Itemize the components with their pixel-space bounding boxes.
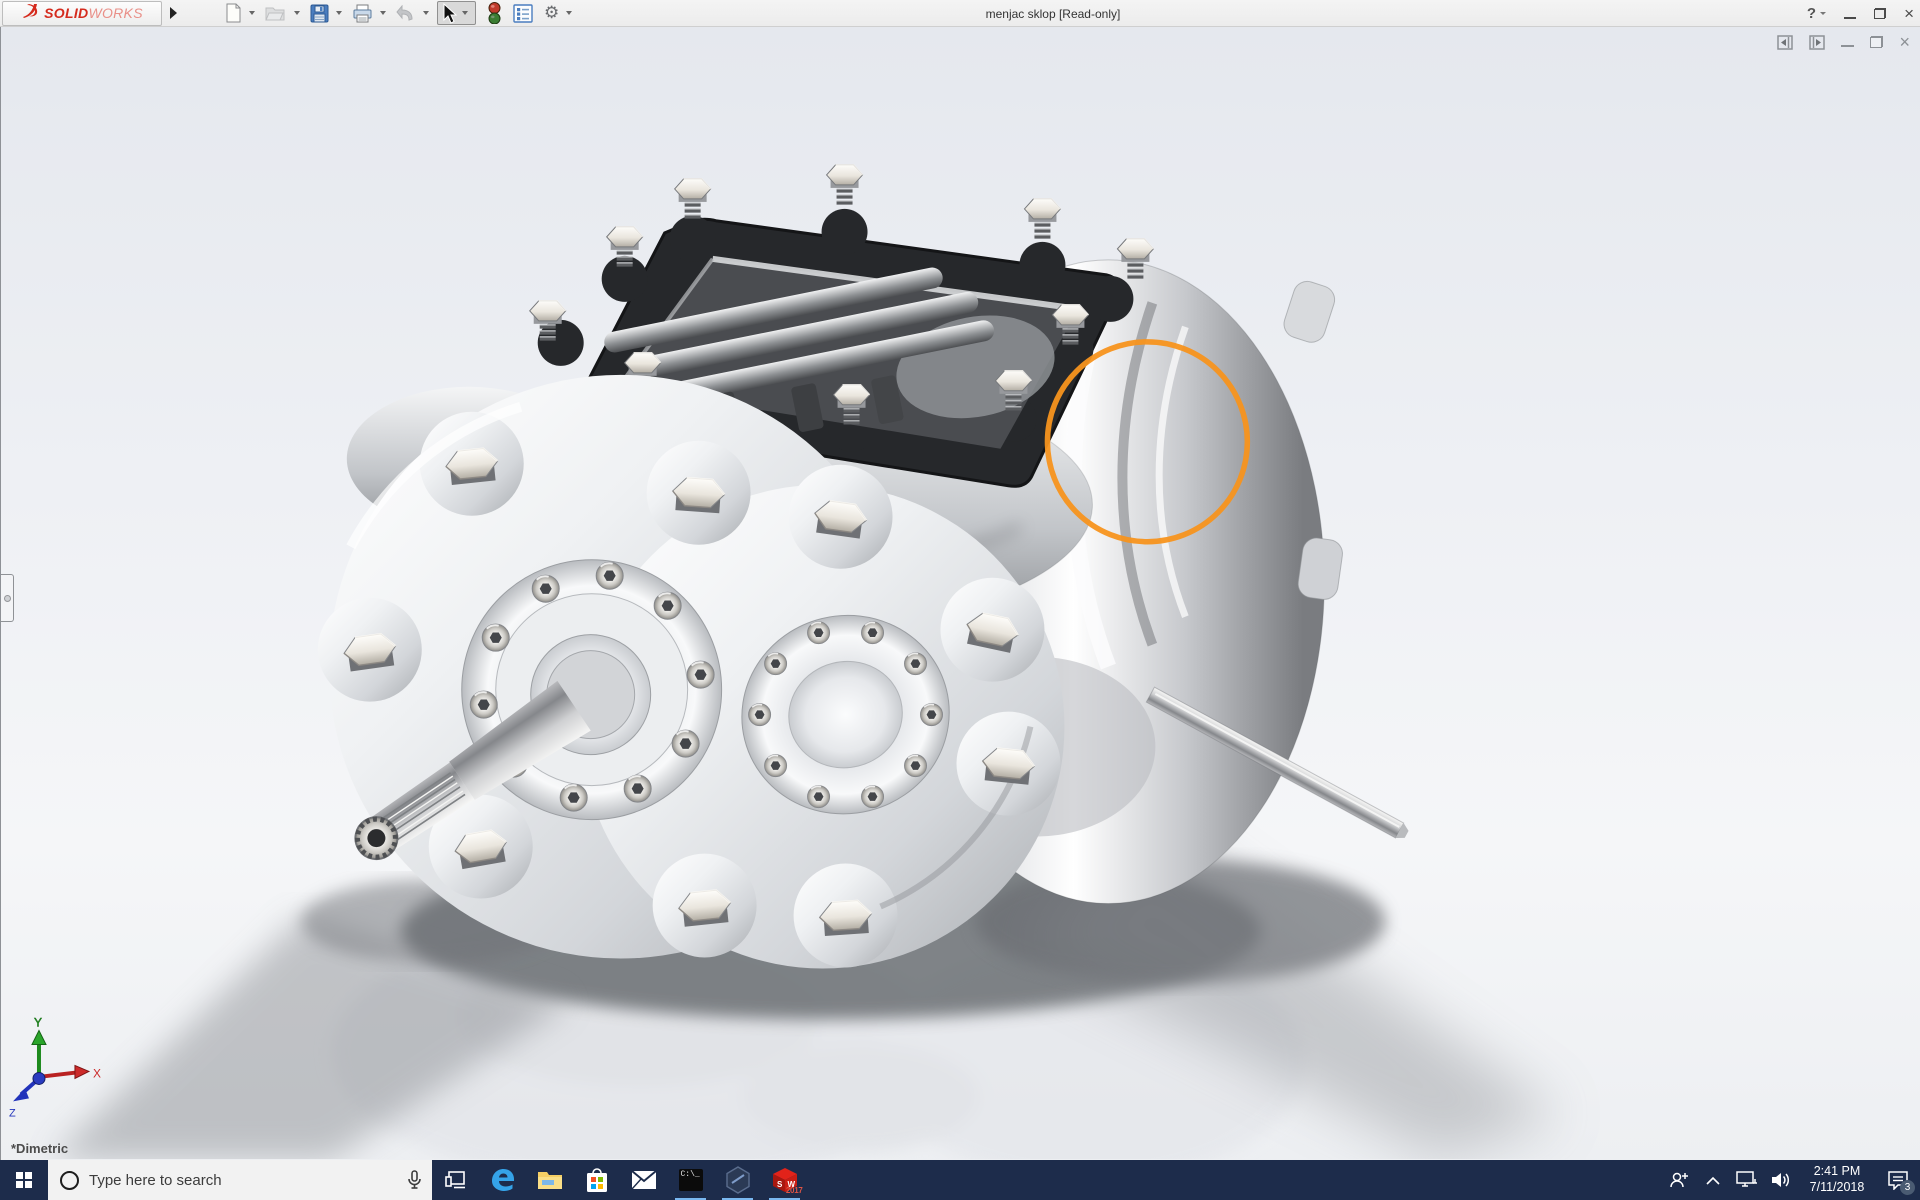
svg-text:Y: Y xyxy=(34,1015,42,1029)
graphics-viewport[interactable]: × xyxy=(0,27,1920,1160)
store-icon xyxy=(585,1167,609,1193)
hidden-icons-button[interactable] xyxy=(1696,1160,1730,1200)
restore-button[interactable] xyxy=(1874,8,1886,19)
start-button[interactable] xyxy=(0,1160,48,1200)
document-window-controls: × xyxy=(1777,33,1910,51)
people-button[interactable] xyxy=(1662,1160,1696,1200)
open-button[interactable] xyxy=(263,1,289,25)
edge-button[interactable] xyxy=(479,1160,526,1200)
file-explorer-button[interactable] xyxy=(526,1160,573,1200)
solidworks-2017-button[interactable]: S W 2017 xyxy=(761,1160,808,1200)
search-input[interactable] xyxy=(89,1172,397,1189)
doc-restore-button[interactable] xyxy=(1870,36,1883,48)
pane-tab-dot-icon xyxy=(4,595,11,602)
rebuild-stoplight-button[interactable] xyxy=(486,1,503,25)
print-caret-icon[interactable] xyxy=(380,11,386,15)
mail-icon xyxy=(631,1170,657,1190)
print-button[interactable] xyxy=(350,1,375,25)
windows-taskbar: C:\_ S W 2017 xyxy=(0,1160,1920,1200)
orientation-triad: Y X Z xyxy=(9,1015,101,1119)
task-view-button[interactable] xyxy=(432,1160,479,1200)
undo-button[interactable] xyxy=(394,1,418,25)
window-title: menjac sklop [Read-only] xyxy=(986,0,1121,27)
minimize-button[interactable] xyxy=(1844,17,1856,19)
svg-text:X: X xyxy=(93,1066,101,1080)
brand-works-text: WORKS xyxy=(88,5,142,21)
windows-logo-icon xyxy=(16,1172,32,1188)
sw-year-label: 2017 xyxy=(786,1186,803,1195)
taskbar-search[interactable] xyxy=(48,1160,432,1200)
cad-hexagon-button[interactable] xyxy=(714,1160,761,1200)
mail-button[interactable] xyxy=(620,1160,667,1200)
select-tool-button[interactable] xyxy=(437,1,476,25)
save-caret-icon[interactable] xyxy=(336,11,342,15)
new-document-button[interactable] xyxy=(222,1,244,25)
close-button[interactable]: × xyxy=(1904,5,1914,22)
help-button[interactable]: ? xyxy=(1807,5,1826,22)
doc-minimize-button[interactable] xyxy=(1841,45,1854,48)
new-caret-icon[interactable] xyxy=(249,11,255,15)
action-center-button[interactable]: 3 xyxy=(1876,1160,1920,1200)
main-toolbar: ⚙ xyxy=(222,1,578,25)
options-caret-icon[interactable] xyxy=(566,11,572,15)
people-icon xyxy=(1669,1170,1689,1190)
solidworks-2017-icon: S W 2017 xyxy=(771,1167,799,1193)
solidworks-app: { "title_bar": { "brand": { "ds_glyph": … xyxy=(0,0,1920,1200)
window-controls: ? × xyxy=(1807,0,1914,27)
command-prompt-button[interactable]: C:\_ xyxy=(667,1160,714,1200)
doc-close-button[interactable]: × xyxy=(1899,33,1910,51)
solidworks-logo[interactable]: SOLIDWORKS xyxy=(2,1,162,26)
svg-text:Z: Z xyxy=(9,1107,16,1119)
feature-pane-tab[interactable] xyxy=(1,574,14,622)
view-orientation-label: *Dimetric xyxy=(11,1141,68,1156)
help-caret-icon xyxy=(1820,12,1826,15)
split-pane-right-icon[interactable] xyxy=(1809,35,1825,50)
microphone-icon[interactable] xyxy=(407,1170,422,1190)
store-button[interactable] xyxy=(573,1160,620,1200)
ds-logo-icon xyxy=(21,3,41,24)
network-button[interactable] xyxy=(1730,1160,1764,1200)
toolbar-flyout-arrow-icon[interactable] xyxy=(166,4,180,23)
title-bar: SOLIDWORKS ⚙ menj xyxy=(0,0,1920,27)
notification-badge: 3 xyxy=(1900,1180,1915,1195)
speaker-icon xyxy=(1771,1171,1791,1189)
cad-hexagon-icon xyxy=(725,1166,751,1194)
system-tray: 2:41 PM 7/11/2018 3 xyxy=(1662,1160,1920,1200)
task-view-icon xyxy=(445,1170,467,1190)
volume-button[interactable] xyxy=(1764,1160,1798,1200)
svg-text:S: S xyxy=(777,1180,783,1189)
select-caret-icon[interactable] xyxy=(462,11,468,15)
split-pane-left-icon[interactable] xyxy=(1777,35,1793,50)
model-canvas[interactable]: Y X Z xyxy=(1,27,1920,1159)
tray-date: 7/11/2018 xyxy=(1798,1180,1876,1196)
edge-icon xyxy=(490,1167,516,1193)
open-caret-icon[interactable] xyxy=(294,11,300,15)
save-button[interactable] xyxy=(308,1,331,25)
file-explorer-icon xyxy=(537,1169,563,1191)
undo-caret-icon[interactable] xyxy=(423,11,429,15)
cortana-icon xyxy=(60,1171,79,1190)
brand-solid-text: SOLID xyxy=(44,5,88,21)
tray-time: 2:41 PM xyxy=(1798,1164,1876,1180)
chevron-up-icon xyxy=(1706,1176,1720,1185)
command-prompt-icon: C:\_ xyxy=(679,1169,703,1191)
display-settings-button[interactable] xyxy=(511,1,535,25)
clock[interactable]: 2:41 PM 7/11/2018 xyxy=(1798,1164,1876,1195)
help-icon: ? xyxy=(1807,5,1816,22)
gear-icon: ⚙ xyxy=(544,5,559,22)
options-gear-button[interactable]: ⚙ xyxy=(542,1,561,25)
network-icon xyxy=(1736,1171,1758,1189)
